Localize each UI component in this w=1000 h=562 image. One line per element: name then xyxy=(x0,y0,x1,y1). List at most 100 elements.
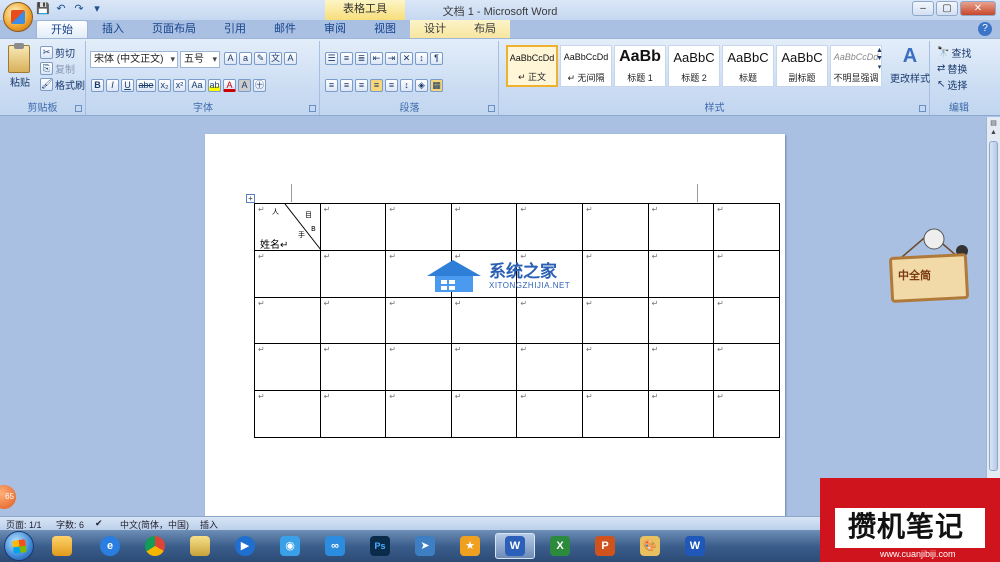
clear-format-icon[interactable]: ✎ xyxy=(254,52,267,65)
tab-page-layout[interactable]: 页面布局 xyxy=(138,20,210,38)
scroll-up-icon[interactable]: ▲ xyxy=(989,129,998,139)
table-cell[interactable]: ↵ xyxy=(385,296,452,345)
table-cell[interactable]: ↵ xyxy=(647,343,715,392)
taskbar-baidu[interactable]: ∞ xyxy=(315,533,355,559)
tab-insert[interactable]: 插入 xyxy=(88,20,138,38)
style-title[interactable]: AaBbC 标题 xyxy=(722,45,774,87)
document-table[interactable]: ↵ 人目手 B 姓名↵ ↵ ↵ ↵ ↵ ↵ ↵ ↵ ↵ ↵ ↵ ↵ ↵ ↵ ↵ ↵ ↵ ↵ ↵ ↵ ↵ ↵ ↵ ↵ ↵ ↵ ↵ ↵ ↵ ↵ ↵ ↵ ↵… xyxy=(254,203,780,438)
table-cell[interactable]: ↵ xyxy=(254,296,321,345)
italic-icon[interactable]: I xyxy=(106,79,119,92)
table-cell[interactable]: ↵ xyxy=(319,249,387,298)
bold-icon[interactable]: B xyxy=(91,79,104,92)
taskbar-qq[interactable]: ◉ xyxy=(270,533,310,559)
taskbar-star[interactable]: ★ xyxy=(450,533,490,559)
table-cell[interactable]: ↵ xyxy=(450,343,518,392)
font-launcher-icon[interactable] xyxy=(309,105,316,112)
table-cell[interactable]: ↵ xyxy=(713,343,780,392)
format-painter-button[interactable]: 🖌 格式刷 xyxy=(40,77,85,92)
table-cell[interactable]: ↵ xyxy=(254,249,321,298)
taskbar-ie[interactable]: e xyxy=(90,533,130,559)
office-button[interactable] xyxy=(3,2,33,32)
table-cell[interactable]: ↵ xyxy=(581,390,649,438)
table-cell[interactable]: ↵ xyxy=(319,343,387,392)
multilevel-list-icon[interactable]: ≣ xyxy=(355,52,368,65)
tab-layout[interactable]: 布局 xyxy=(460,20,510,38)
table-cell[interactable]: ↵ xyxy=(581,296,649,345)
decrease-indent-icon[interactable]: ⇤ xyxy=(370,52,383,65)
table-cell[interactable]: ↵ xyxy=(516,203,583,251)
table-cell[interactable]: ↵ xyxy=(581,343,649,392)
font-size-select[interactable]: 五号 xyxy=(180,51,220,68)
change-styles-button[interactable]: A 更改样式 xyxy=(890,45,930,85)
close-button[interactable]: ✕ xyxy=(960,1,996,16)
help-icon[interactable]: ? xyxy=(978,22,992,36)
find-button[interactable]: 🔭 查找 xyxy=(937,45,971,60)
spell-check-icon[interactable]: ✔ xyxy=(95,518,103,529)
table-cell[interactable]: ↵ xyxy=(319,203,387,251)
maximize-button[interactable]: ▢ xyxy=(936,1,958,16)
style-subtle-emphasis[interactable]: AaBbCcDd 不明显强调 xyxy=(830,45,882,87)
tab-review[interactable]: 审阅 xyxy=(310,20,360,38)
table-cell[interactable]: ↵ xyxy=(647,296,715,345)
vertical-scrollbar[interactable]: ▤ ▲ xyxy=(986,117,1000,516)
table-cell[interactable]: ↵ xyxy=(516,390,583,438)
table-cell[interactable]: ↵ xyxy=(319,390,387,438)
cut-button[interactable]: ✂ 剪切 xyxy=(40,45,75,60)
underline-icon[interactable]: U xyxy=(121,79,134,92)
highlight-icon[interactable]: ab xyxy=(208,79,221,92)
table-cell[interactable]: ↵ xyxy=(516,296,583,345)
table-cell[interactable]: ↵ 人 目手 B 姓名↵ xyxy=(254,203,321,251)
table-cell[interactable]: ↵ xyxy=(713,203,780,251)
distributed-icon[interactable]: ≡ xyxy=(385,79,398,92)
taskbar-ps[interactable]: Ps xyxy=(360,533,400,559)
line-spacing-icon[interactable]: ↕ xyxy=(400,79,413,92)
style-heading-2[interactable]: AaBbC 标题 2 xyxy=(668,45,720,87)
change-case-icon[interactable]: Aa xyxy=(188,79,206,92)
align-center-icon[interactable]: ≡ xyxy=(340,79,353,92)
taskbar-ppt[interactable]: P xyxy=(585,533,625,559)
table-cell[interactable]: ↵ xyxy=(385,203,452,251)
table-cell[interactable]: ↵ xyxy=(319,296,387,345)
table-cell[interactable]: ↵ xyxy=(581,203,649,251)
replace-button[interactable]: ⇄ 替换 xyxy=(937,61,967,76)
copy-button[interactable]: ⎘ 复制 xyxy=(40,61,75,76)
tab-mailings[interactable]: 邮件 xyxy=(260,20,310,38)
paragraph-launcher-icon[interactable] xyxy=(488,105,495,112)
taskbar-paint[interactable]: 🎨 xyxy=(630,533,670,559)
table-cell[interactable]: ↵ xyxy=(713,249,780,298)
table-cell[interactable]: ↵ xyxy=(713,296,780,345)
table-cell[interactable]: ↵ xyxy=(581,249,649,298)
styles-scroll-down-icon[interactable]: ▼ xyxy=(876,55,883,62)
align-left-icon[interactable]: ≡ xyxy=(325,79,338,92)
select-button[interactable]: ↖ 选择 xyxy=(937,77,967,92)
style-no-spacing[interactable]: AaBbCcDd ↵ 无间隔 xyxy=(560,45,612,87)
taskbar-chrome[interactable] xyxy=(135,533,175,559)
table-cell[interactable]: ↵ xyxy=(450,203,518,251)
subscript-icon[interactable]: x₂ xyxy=(158,79,171,92)
justify-icon[interactable]: ≡ xyxy=(370,79,383,92)
phonetic-icon[interactable]: 文 xyxy=(269,52,282,65)
taskbar-folder[interactable] xyxy=(42,533,82,559)
taskbar-bird[interactable]: ➤ xyxy=(405,533,445,559)
styles-more-icon[interactable]: ▾ xyxy=(878,63,882,71)
table-cell[interactable]: ↵ xyxy=(254,343,321,392)
shading-icon[interactable]: ◈ xyxy=(415,79,428,92)
table-cell[interactable]: ↵ xyxy=(385,390,452,438)
style-heading-1[interactable]: AaBb 标题 1 xyxy=(614,45,666,87)
taskbar-explorer[interactable] xyxy=(180,533,220,559)
show-marks-icon[interactable]: ¶ xyxy=(430,52,443,65)
bullets-icon[interactable]: ☰ xyxy=(325,52,338,65)
ruler-toggle-icon[interactable]: ▤ xyxy=(989,119,998,129)
clipboard-launcher-icon[interactable] xyxy=(75,105,82,112)
taskbar-excel[interactable]: X xyxy=(540,533,580,559)
table-cell[interactable]: ↵ xyxy=(254,390,321,438)
table-cell[interactable]: ↵ xyxy=(450,390,518,438)
numbering-icon[interactable]: ≡ xyxy=(340,52,353,65)
enclose-char-icon[interactable]: ㊉ xyxy=(253,79,266,92)
style-subtitle[interactable]: AaBbC 副标题 xyxy=(776,45,828,87)
taskbar-wps[interactable]: W xyxy=(675,533,715,559)
start-button[interactable] xyxy=(4,531,34,561)
styles-launcher-icon[interactable] xyxy=(919,105,926,112)
paste-button[interactable]: 粘贴 xyxy=(10,74,30,89)
paste-icon[interactable] xyxy=(8,43,30,73)
